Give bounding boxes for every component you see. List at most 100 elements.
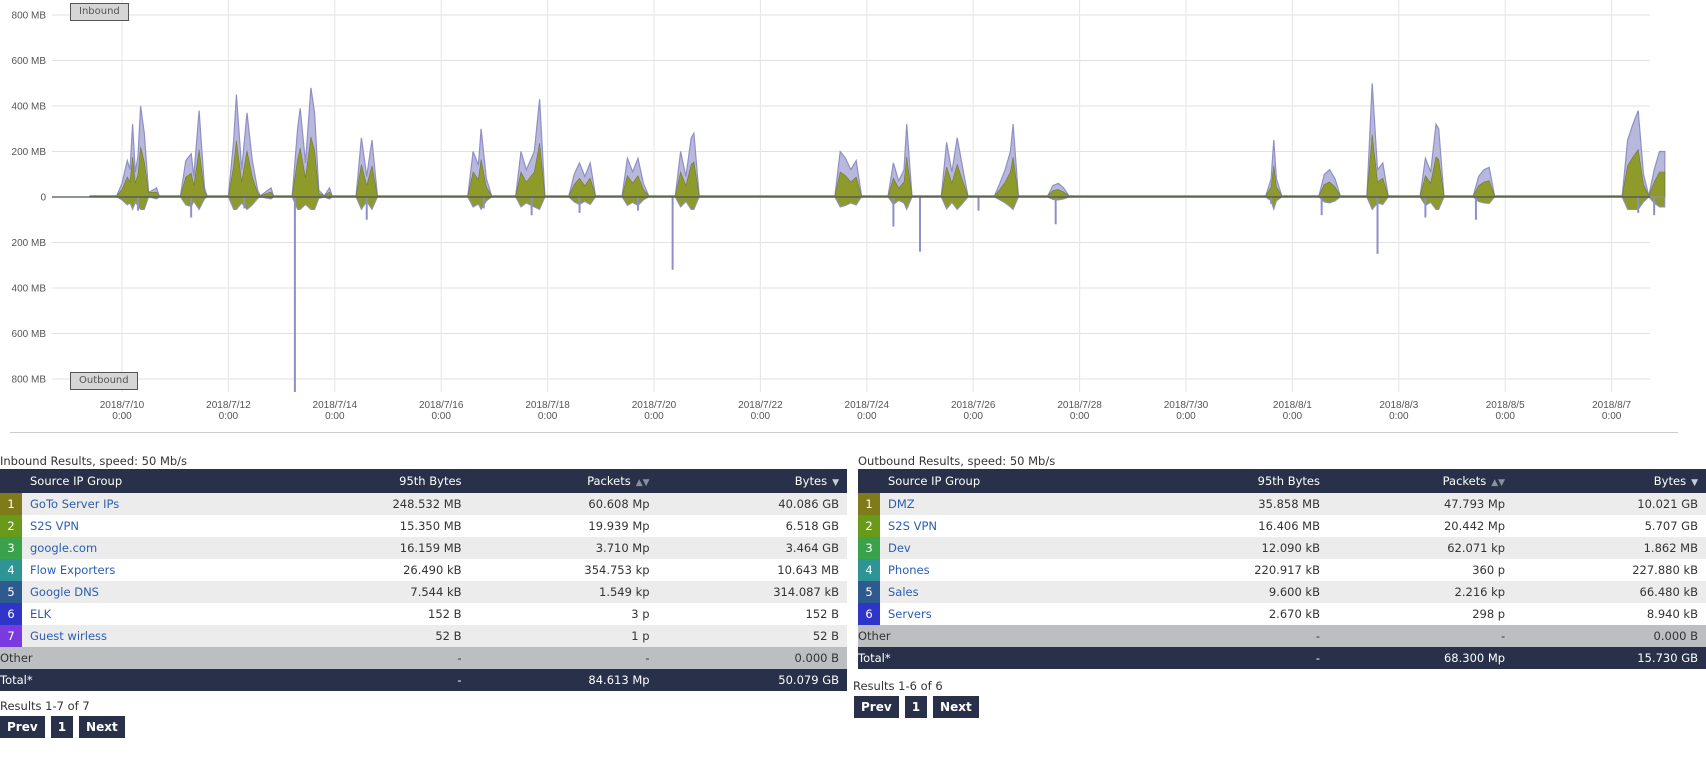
x-tick-time: 0:00 <box>1176 411 1196 422</box>
packets-cell: 3 p <box>469 603 658 625</box>
sort-both-icon[interactable]: ▲▼ <box>1491 478 1505 488</box>
table-row: 5 Sales 9.600 kB 2.216 kp 66.480 kB <box>858 581 1706 603</box>
bytes-cell: 66.480 kB <box>1513 581 1706 603</box>
p95-bytes-header: 95th Bytes <box>399 474 462 488</box>
rank-badge: 1 <box>0 493 22 515</box>
packets-cell: 298 p <box>1328 603 1514 625</box>
group-link[interactable]: Flow Exporters <box>22 559 273 581</box>
x-tick-time: 0:00 <box>857 411 877 422</box>
table-row: 4 Flow Exporters 26.490 kB 354.753 kp 10.643… <box>0 559 847 581</box>
sort-desc-icon[interactable]: ▼ <box>832 478 839 488</box>
rank-header <box>858 469 880 493</box>
rank-badge: 6 <box>858 603 880 625</box>
table-row: 6 Servers 2.670 kB 298 p 8.940 kB <box>858 603 1706 625</box>
x-tick-time: 0:00 <box>1283 411 1303 422</box>
table-row: 6 ELK 152 B3 p 152 B <box>0 603 847 625</box>
rank-badge: 2 <box>0 515 22 537</box>
traffic-chart: 800 MB 600 MB 400 MB 200 MB 0 200 MB 400 MB 600… <box>0 0 1706 435</box>
y-tick-label: 800 MB <box>12 11 47 22</box>
group-link[interactable]: S2S VPN <box>880 515 1136 537</box>
group-link[interactable]: Servers <box>880 603 1136 625</box>
x-tick-time: 0:00 <box>963 411 983 422</box>
bytes-header[interactable]: Bytes ▼ <box>658 469 847 493</box>
outbound-table-body: 1 DMZ 35.858 MB 47.793 Mp 10.021 GB 2 S2S VPN 1… <box>858 493 1706 669</box>
bytes-header[interactable]: Bytes ▼ <box>1513 469 1706 493</box>
p95-bytes-cell: 35.858 MB <box>1135 493 1328 515</box>
inbound-table-body: 1 GoTo Server IPs 248.532 MB 60.608 Mp 40.08… <box>0 493 847 691</box>
y-tick-label: 600 MB <box>12 56 47 67</box>
rank-badge: 3 <box>0 537 22 559</box>
group-link[interactable]: Google DNS <box>22 581 273 603</box>
other-row: Other - -0.000 B <box>858 625 1706 647</box>
group-link[interactable]: Sales <box>880 581 1136 603</box>
group-link[interactable]: GoTo Server IPs <box>22 493 273 515</box>
x-tick-date: 2018/8/7 <box>1592 400 1631 411</box>
bytes-cell: 3.464 GB <box>657 537 847 559</box>
y-tick-label: 0 <box>40 193 46 204</box>
outbound-prev-button[interactable]: Prev <box>854 696 899 718</box>
total-row-p95-cell: - <box>1135 647 1328 669</box>
total-row-label: Total* <box>0 669 273 691</box>
rank-header <box>0 469 22 493</box>
inbound-caption: Inbound Results, speed: 50 Mb/s <box>0 454 188 468</box>
group-link[interactable]: google.com <box>22 537 273 559</box>
total-row-bytes-cell: 50.079 GB <box>657 669 847 691</box>
packets-header[interactable]: Packets ▲▼ <box>1328 469 1513 493</box>
x-tick-time: 0:00 <box>219 411 239 422</box>
table-header-row: Source IP Group 95th Bytes Packets ▲▼ Byt… <box>858 469 1706 493</box>
total-row-packets-cell: 84.613 Mp <box>469 669 658 691</box>
outbound-caption: Outbound Results, speed: 50 Mb/s <box>858 454 1056 468</box>
outbound-page-1-button[interactable]: 1 <box>904 696 928 718</box>
chart-divider <box>10 432 1678 433</box>
bytes-cell: 10.021 GB <box>1513 493 1706 515</box>
x-tick-time: 0:00 <box>112 411 132 422</box>
group-link[interactable]: Phones <box>880 559 1136 581</box>
packets-header[interactable]: Packets ▲▼ <box>470 469 658 493</box>
bytes-cell: 6.518 GB <box>657 515 847 537</box>
table-row: 4 Phones 220.917 kB 360 p 227.880 kB <box>858 559 1706 581</box>
p95-bytes-cell: 26.490 kB <box>272 559 470 581</box>
x-tick-time: 0:00 <box>1389 411 1409 422</box>
table-header-row: Source IP Group 95th Bytes Packets ▲▼ Byt… <box>0 469 847 493</box>
p95-bytes-header: 95th Bytes <box>1257 474 1320 488</box>
table-row: 2 S2S VPN 16.406 MB 20.442 Mp 5.707 GB <box>858 515 1706 537</box>
bytes-cell: 5.707 GB <box>1513 515 1706 537</box>
inbound-page-1-button[interactable]: 1 <box>50 716 74 738</box>
x-tick-time: 0:00 <box>644 411 664 422</box>
rank-badge: 5 <box>858 581 880 603</box>
p95-bytes-cell: 248.532 MB <box>272 493 470 515</box>
p95-bytes-cell: 12.090 kB <box>1135 537 1328 559</box>
group-link[interactable]: ELK <box>22 603 273 625</box>
total-row-packets-cell: 68.300 Mp <box>1328 647 1514 669</box>
sort-both-icon[interactable]: ▲▼ <box>636 478 650 488</box>
group-link[interactable]: DMZ <box>880 493 1136 515</box>
inbound-next-button[interactable]: Next <box>79 716 125 738</box>
p95-bytes-cell: 7.544 kB <box>272 581 470 603</box>
outbound-next-button[interactable]: Next <box>933 696 979 718</box>
p95-bytes-cell: 2.670 kB <box>1135 603 1328 625</box>
group-link[interactable]: Guest wirless <box>22 625 273 647</box>
packets-header-label: Packets <box>1442 474 1487 488</box>
traffic-chart-svg: 800 MB 600 MB 400 MB 200 MB 0 200 MB 400 MB 600… <box>12 0 1666 422</box>
inbound-prev-button[interactable]: Prev <box>0 716 45 738</box>
total-row: Total* -84.613 Mp 50.079 GB <box>0 669 847 691</box>
outbound-area <box>90 196 1666 212</box>
table-row: 2 S2S VPN 15.350 MB 19.939 Mp 6.518 GB <box>0 515 847 537</box>
other-row: Other - -0.000 B <box>0 647 847 669</box>
rank-badge: 1 <box>858 493 880 515</box>
table-row: 3 google.com 16.159 MB 3.710 Mp 3.464 GB <box>0 537 847 559</box>
x-tick-date: 2018/7/16 <box>419 400 464 411</box>
source-ip-group-header: Source IP Group <box>888 474 981 488</box>
x-tick-date: 2018/7/12 <box>206 400 251 411</box>
sort-desc-icon[interactable]: ▼ <box>1691 478 1698 488</box>
outbound-pagination: Prev 1 Next <box>854 696 1706 718</box>
packets-cell: 47.793 Mp <box>1328 493 1514 515</box>
group-link[interactable]: S2S VPN <box>22 515 273 537</box>
table-row: 1 GoTo Server IPs 248.532 MB 60.608 Mp 40.08… <box>0 493 847 515</box>
y-tick-label: 200 MB <box>12 147 47 158</box>
bytes-cell: 10.643 MB <box>657 559 847 581</box>
bytes-cell: 52 B <box>657 625 847 647</box>
outbound-results-panel: Outbound Results, speed: 50 Mb/s Source … <box>853 453 1706 718</box>
group-link[interactable]: Dev <box>880 537 1136 559</box>
outbound-results-count: Results 1-6 of 6 <box>853 679 943 693</box>
